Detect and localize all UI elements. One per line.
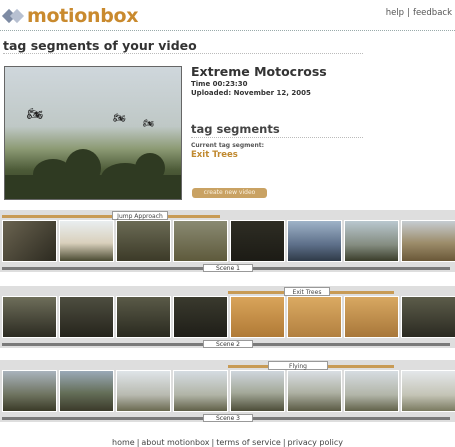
video-frame[interactable] (230, 220, 285, 262)
video-time: Time 00:23:30 (191, 80, 248, 88)
tag-label-exit-trees[interactable]: Exit Trees (284, 287, 330, 296)
scene-label-1: Scene 1 (203, 264, 253, 272)
video-uploaded: Uploaded: November 12, 2005 (191, 89, 311, 97)
video-thumbnail[interactable]: 🏍 🏍 🏍 (4, 66, 182, 200)
brand-name: motionbox (27, 5, 139, 27)
tag-label-jump-approach[interactable]: Jump Approach (112, 211, 168, 220)
video-frame[interactable] (59, 220, 114, 262)
scene-strip-1: Jump Approach Scene 1 (0, 210, 455, 272)
video-frame[interactable] (2, 296, 57, 338)
title-divider (3, 53, 363, 54)
tag-segments-heading: tag segments (191, 122, 280, 136)
scene-label-2: Scene 2 (203, 340, 253, 348)
video-frame[interactable] (173, 370, 228, 412)
video-frame[interactable] (2, 220, 57, 262)
frame-row (2, 296, 455, 338)
header-divider (0, 30, 455, 31)
scene-strip-3: Flying Scene 3 (0, 360, 455, 422)
video-frame[interactable] (287, 296, 342, 338)
feedback-link[interactable]: feedback (413, 8, 452, 18)
video-frame[interactable] (116, 220, 171, 262)
help-link[interactable]: help (386, 8, 404, 18)
video-frame[interactable] (287, 220, 342, 262)
video-frame[interactable] (401, 220, 455, 262)
current-tag-value: Exit Trees (191, 150, 238, 160)
current-tag-label: Current tag segment: (191, 142, 264, 149)
video-frame[interactable] (230, 370, 285, 412)
top-links: help | feedback (385, 8, 452, 18)
tag-divider (191, 137, 363, 138)
video-title: Extreme Motocross (191, 64, 327, 79)
video-frame[interactable] (344, 296, 399, 338)
video-frame[interactable] (230, 296, 285, 338)
frame-row (2, 220, 455, 262)
video-frame[interactable] (401, 370, 455, 412)
tag-range-bar[interactable] (2, 215, 220, 218)
video-frame[interactable] (2, 370, 57, 412)
video-frame[interactable] (59, 296, 114, 338)
scene-strip-2: Exit Trees Scene 2 (0, 286, 455, 348)
video-frame[interactable] (344, 370, 399, 412)
tag-label-flying[interactable]: Flying (268, 361, 328, 370)
logo-diamond-icon (1, 7, 25, 25)
video-frame[interactable] (173, 296, 228, 338)
video-frame[interactable] (287, 370, 342, 412)
video-frame[interactable] (344, 220, 399, 262)
scene-label-3: Scene 3 (203, 414, 253, 422)
header: motionbox help | feedback (0, 0, 455, 30)
video-frame[interactable] (401, 296, 455, 338)
create-new-video-button[interactable]: create new video (192, 188, 267, 198)
frame-row (2, 370, 455, 412)
video-frame[interactable] (116, 296, 171, 338)
video-frame[interactable] (173, 220, 228, 262)
logo[interactable]: motionbox (1, 5, 139, 27)
video-frame[interactable] (59, 370, 114, 412)
video-frame[interactable] (116, 370, 171, 412)
page-title: tag segments of your video (3, 38, 197, 53)
